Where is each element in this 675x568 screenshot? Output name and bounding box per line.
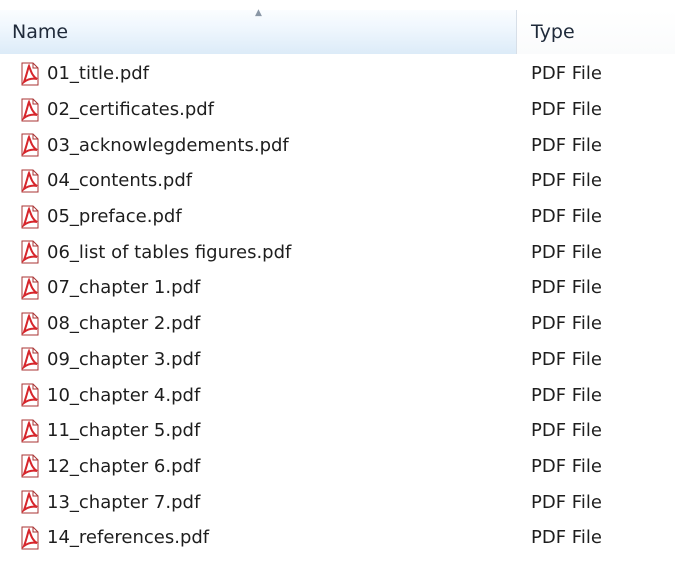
- pdf-file-icon: [19, 419, 41, 443]
- sort-arrow-icon: ▲: [255, 8, 262, 18]
- file-type: PDF File: [531, 491, 602, 513]
- file-name: 06_list of tables figures.pdf: [47, 241, 292, 263]
- file-name: 02_certificates.pdf: [47, 99, 215, 121]
- file-name: 05_preface.pdf: [47, 206, 182, 228]
- file-name: 11_chapter 5.pdf: [47, 420, 201, 442]
- file-name: 09_chapter 3.pdf: [47, 348, 201, 370]
- file-type: PDF File: [531, 206, 602, 228]
- file-type: PDF File: [531, 313, 602, 335]
- file-name: 03_acknowlegdements.pdf: [47, 134, 289, 156]
- file-row[interactable]: 07_chapter 1.pdf PDF File: [0, 270, 675, 306]
- file-row[interactable]: 12_chapter 6.pdf PDF File: [0, 449, 675, 485]
- file-row[interactable]: 08_chapter 2.pdf PDF File: [0, 306, 675, 342]
- file-type: PDF File: [531, 277, 602, 299]
- column-header-name-label: Name: [12, 21, 69, 43]
- file-type: PDF File: [531, 384, 602, 406]
- column-header-bar: ▲ Name Type: [0, 8, 675, 54]
- file-type: PDF File: [531, 455, 602, 477]
- pdf-file-icon: [19, 454, 41, 478]
- pdf-file-icon: [19, 98, 41, 122]
- file-type: PDF File: [531, 99, 602, 121]
- file-explorer: ▲ Name Type 01_title.pdf PDF File 02_certi…: [0, 0, 675, 568]
- file-name-cell: 13_chapter 7.pdf: [0, 490, 517, 514]
- pdf-file-icon: [19, 169, 41, 193]
- file-name-cell: 05_preface.pdf: [0, 205, 517, 229]
- file-name: 07_chapter 1.pdf: [47, 277, 201, 299]
- file-name-cell: 10_chapter 4.pdf: [0, 383, 517, 407]
- file-name: 01_title.pdf: [47, 63, 150, 85]
- file-type: PDF File: [531, 348, 602, 370]
- column-header-type[interactable]: Type: [517, 10, 675, 54]
- pdf-file-icon: [19, 276, 41, 300]
- file-name-cell: 14_references.pdf: [0, 526, 517, 550]
- file-row[interactable]: 01_title.pdf PDF File: [0, 56, 675, 92]
- file-name: 12_chapter 6.pdf: [47, 455, 201, 477]
- file-type: PDF File: [531, 134, 602, 156]
- file-type: PDF File: [531, 420, 602, 442]
- file-name-cell: 11_chapter 5.pdf: [0, 419, 517, 443]
- file-row[interactable]: 02_certificates.pdf PDF File: [0, 92, 675, 128]
- file-type: PDF File: [531, 527, 602, 549]
- file-name: 08_chapter 2.pdf: [47, 313, 201, 335]
- pdf-file-icon: [19, 526, 41, 550]
- file-name: 13_chapter 7.pdf: [47, 491, 201, 513]
- column-header-name[interactable]: ▲ Name: [0, 8, 517, 54]
- file-type: PDF File: [531, 170, 602, 192]
- file-row[interactable]: 04_contents.pdf PDF File: [0, 163, 675, 199]
- file-name: 04_contents.pdf: [47, 170, 193, 192]
- file-name-cell: 06_list of tables figures.pdf: [0, 240, 517, 264]
- file-type: PDF File: [531, 63, 602, 85]
- file-row[interactable]: 13_chapter 7.pdf PDF File: [0, 484, 675, 520]
- pdf-file-icon: [19, 205, 41, 229]
- file-name: 14_references.pdf: [47, 527, 210, 549]
- file-type: PDF File: [531, 241, 602, 263]
- file-list: 01_title.pdf PDF File 02_certificates.pdf P…: [0, 56, 675, 556]
- file-name: 10_chapter 4.pdf: [47, 384, 201, 406]
- file-row[interactable]: 10_chapter 4.pdf PDF File: [0, 377, 675, 413]
- pdf-file-icon: [19, 490, 41, 514]
- file-name-cell: 01_title.pdf: [0, 62, 517, 86]
- file-row[interactable]: 14_references.pdf PDF File: [0, 520, 675, 556]
- pdf-file-icon: [19, 240, 41, 264]
- pdf-file-icon: [19, 133, 41, 157]
- file-name-cell: 08_chapter 2.pdf: [0, 312, 517, 336]
- column-header-type-label: Type: [531, 21, 575, 43]
- pdf-file-icon: [19, 312, 41, 336]
- pdf-file-icon: [19, 383, 41, 407]
- file-row[interactable]: 05_preface.pdf PDF File: [0, 199, 675, 235]
- file-name-cell: 09_chapter 3.pdf: [0, 347, 517, 371]
- file-row[interactable]: 06_list of tables figures.pdf PDF File: [0, 234, 675, 270]
- file-name-cell: 03_acknowlegdements.pdf: [0, 133, 517, 157]
- file-row[interactable]: 11_chapter 5.pdf PDF File: [0, 413, 675, 449]
- file-name-cell: 04_contents.pdf: [0, 169, 517, 193]
- file-name-cell: 02_certificates.pdf: [0, 98, 517, 122]
- file-row[interactable]: 03_acknowlegdements.pdf PDF File: [0, 127, 675, 163]
- file-name-cell: 07_chapter 1.pdf: [0, 276, 517, 300]
- pdf-file-icon: [19, 62, 41, 86]
- file-row[interactable]: 09_chapter 3.pdf PDF File: [0, 342, 675, 378]
- pdf-file-icon: [19, 347, 41, 371]
- file-name-cell: 12_chapter 6.pdf: [0, 454, 517, 478]
